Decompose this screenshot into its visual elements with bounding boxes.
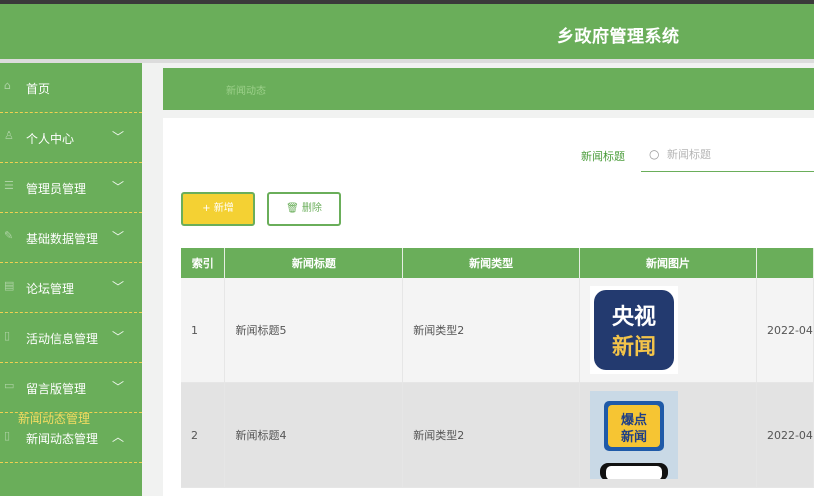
cell-image: 爆点 新闻 [579,382,757,488]
news-icon: ▯ [4,429,11,442]
sidebar-subitem-news-management[interactable]: 新闻动态管理 [18,410,90,427]
data-icon: ✎ [4,229,14,242]
cell-index: 1 [181,278,226,383]
sidebar-item-home[interactable]: ⌂ 首页 [0,63,142,113]
activity-icon: ▯ [4,329,11,342]
chevron-down-icon: ﹀ [112,330,125,344]
thumbnail-text-line-2: 新闻 [621,429,647,445]
sidebar-item-basic-data[interactable]: ✎ 基础数据管理 ﹀ [0,213,142,263]
forum-icon: ▤ [4,279,15,292]
cell-title: 新闻标题5 [224,278,404,383]
cell-date: 2022-04 [756,278,814,383]
table-header-row: 索引 新闻标题 新闻类型 新闻图片 [181,248,814,278]
add-button[interactable]: + 新增 [181,192,255,226]
cell-title: 新闻标题4 [224,382,404,488]
column-header-title[interactable]: 新闻标题 [224,248,404,278]
search-box: ○ [641,141,814,172]
breadcrumb[interactable]: 新闻动态 [226,82,266,97]
table-row[interactable]: 2 新闻标题4 新闻类型2 爆点 新闻 2022-04 [181,382,814,488]
app-header: 乡政府管理系统 [0,4,814,59]
cell-image: 央视 新闻 [579,278,757,383]
sidebar-item-label: 新闻动态管理 [26,432,99,446]
thumbnail-text-line-1: 爆点 [621,412,647,428]
news-table: 索引 新闻标题 新闻类型 新闻图片 1 新闻标题5 新闻类型2 央视 新闻 20… [181,248,814,488]
column-header-index[interactable]: 索引 [181,248,226,278]
chevron-down-icon: ﹀ [112,130,125,144]
cell-index: 2 [181,382,226,488]
sidebar-item-label: 留言版管理 [26,382,87,396]
chevron-down-icon: ﹀ [112,180,125,194]
breadcrumb-bar: 新闻动态 [163,68,814,110]
chevron-down-icon: ﹀ [112,380,125,394]
search-input[interactable] [665,147,809,162]
sidebar-item-label: 活动信息管理 [26,332,99,346]
column-header-type[interactable]: 新闻类型 [402,248,581,278]
sidebar: ⌂ 首页 ♙ 个人中心 ﹀ ☰ 管理员管理 ﹀ ✎ 基础数据管理 ﹀ ▤ 论坛管… [0,63,142,496]
thumbnail-text-line-2: 新闻 [612,334,656,360]
chevron-up-icon: ︿ [112,430,125,444]
search-icon: ○ [649,147,660,161]
cell-type: 新闻类型2 [402,382,581,488]
sidebar-item-label: 管理员管理 [26,182,87,196]
message-icon: ▭ [4,379,15,392]
sidebar-item-label: 基础数据管理 [26,232,99,246]
cctv-news-thumbnail[interactable]: 央视 新闻 [590,286,679,374]
sidebar-item-message-board[interactable]: ▭ 留言版管理 ﹀ [0,363,142,413]
user-icon: ♙ [4,129,14,142]
table-row[interactable]: 1 新闻标题5 新闻类型2 央视 新闻 2022-04 [181,278,814,383]
sidebar-item-forum[interactable]: ▤ 论坛管理 ﹀ [0,263,142,313]
chevron-down-icon: ﹀ [112,280,125,294]
sidebar-item-label: 论坛管理 [26,282,75,296]
home-icon: ⌂ [4,79,11,92]
cell-type: 新闻类型2 [402,278,581,383]
chevron-down-icon: ﹀ [112,230,125,244]
sidebar-item-personal-center[interactable]: ♙ 个人中心 ﹀ [0,113,142,163]
app-title: 乡政府管理系统 [557,27,680,47]
search-label: 新闻标题 [581,150,625,163]
cell-date: 2022-04 [756,382,814,488]
admin-icon: ☰ [4,179,14,192]
thumbnail-text-line-1: 央视 [612,304,656,330]
sidebar-item-admin-management[interactable]: ☰ 管理员管理 ﹀ [0,163,142,213]
sidebar-item-label: 首页 [26,82,51,96]
sidebar-item-activity[interactable]: ▯ 活动信息管理 ﹀ [0,313,142,363]
column-header-date[interactable] [756,248,814,278]
delete-button[interactable]: 🗑 删除 [267,192,341,226]
hot-news-thumbnail[interactable]: 爆点 新闻 [590,391,679,479]
column-header-image[interactable]: 新闻图片 [579,248,757,278]
sidebar-item-label: 个人中心 [26,132,75,146]
